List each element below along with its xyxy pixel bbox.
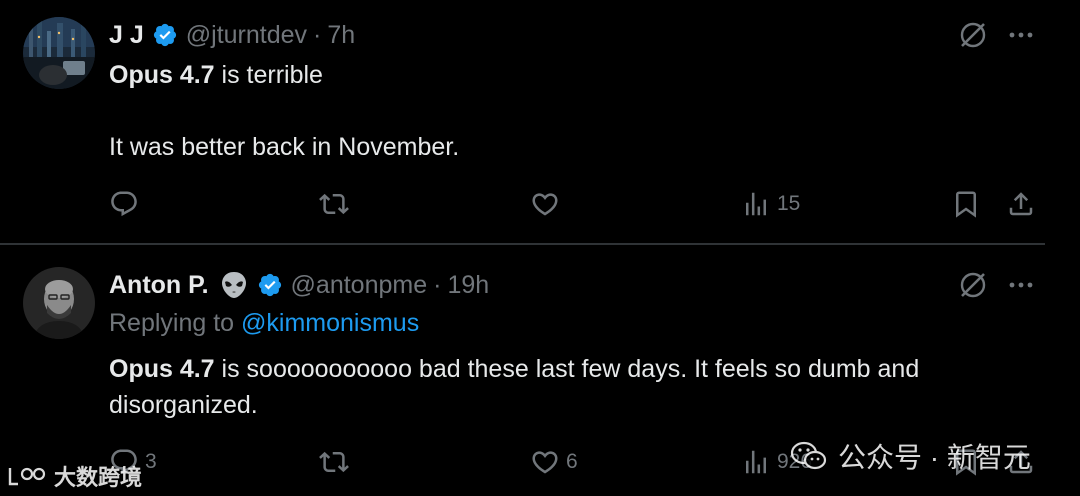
avatar[interactable] [23,17,95,89]
wechat-icon [790,441,827,470]
replying-to: Replying to @kimmonismus [109,309,419,338]
grok-icon[interactable] [957,269,989,301]
tweet-text: Opus 4.7 is terrible [109,57,323,93]
bookmark-icon [956,191,976,218]
action-bar: 15 [0,184,1080,224]
separator-dot: · [433,270,442,299]
share-icon [1009,192,1033,216]
views-icon [746,450,766,474]
reply-button[interactable] [109,184,145,224]
tweet-text: Opus 4.7 is sooooooooooo bad these last … [109,351,1029,423]
views-button[interactable]: 15 [741,184,800,224]
separator-dot: · [313,20,322,49]
heart-icon [532,193,558,216]
tweet-text-line2: It was better back in November. [109,133,460,161]
watermark-right: 公众号 · 新智元 [790,436,1031,476]
views-icon [746,192,766,216]
tweet-jj[interactable]: J J @jturntdev · 7h Opus 4.7 is terrible… [0,0,1080,244]
tweet-header: Anton P. @antonpme · 19h [109,267,489,303]
bold-text: Opus 4.7 [109,355,215,383]
more-options-icon[interactable] [1005,19,1037,51]
bookmark-button[interactable] [951,184,981,224]
watermark-right-text: 公众号 · 新智元 [838,442,1031,473]
share-button[interactable] [1006,184,1036,224]
more-options-icon[interactable] [1005,269,1037,301]
display-name[interactable]: Anton P. [109,271,209,300]
avatar[interactable] [23,267,95,339]
replying-to-prefix: Replying to [109,309,242,337]
timestamp[interactable]: 19h [447,271,489,300]
tweet-header: J J @jturntdev · 7h [109,17,355,53]
retweet-button[interactable] [319,184,355,224]
verified-badge-icon [257,272,283,298]
like-button[interactable] [530,184,566,224]
handle[interactable]: @antonpme [291,271,428,300]
body-text: is terrible [214,61,323,89]
retweet-icon [319,193,349,215]
reply-count: 3 [145,450,157,473]
alien-emoji-icon [219,270,249,300]
reply-icon [111,191,137,217]
bold-text: Opus 4.7 [109,61,215,89]
like-button[interactable]: 6 [530,442,578,482]
watermark-logo-icon [8,467,46,486]
heart-icon [532,451,558,474]
retweet-button[interactable] [319,442,355,482]
retweet-icon [319,451,349,473]
display-name[interactable]: J J [109,21,144,50]
like-count: 6 [566,450,578,473]
handle[interactable]: @jturntdev [186,21,307,50]
replying-to-handle-link[interactable]: @kimmonismus [241,309,419,337]
watermark-left-text: 大数跨境 [54,465,143,490]
verified-badge-icon [152,22,178,48]
views-count: 15 [777,192,801,215]
grok-icon[interactable] [957,19,989,51]
body-text: is sooooooooooo bad these last few days.… [109,355,920,419]
timestamp[interactable]: 7h [327,21,355,50]
watermark-left: 大数跨境 [8,459,142,493]
